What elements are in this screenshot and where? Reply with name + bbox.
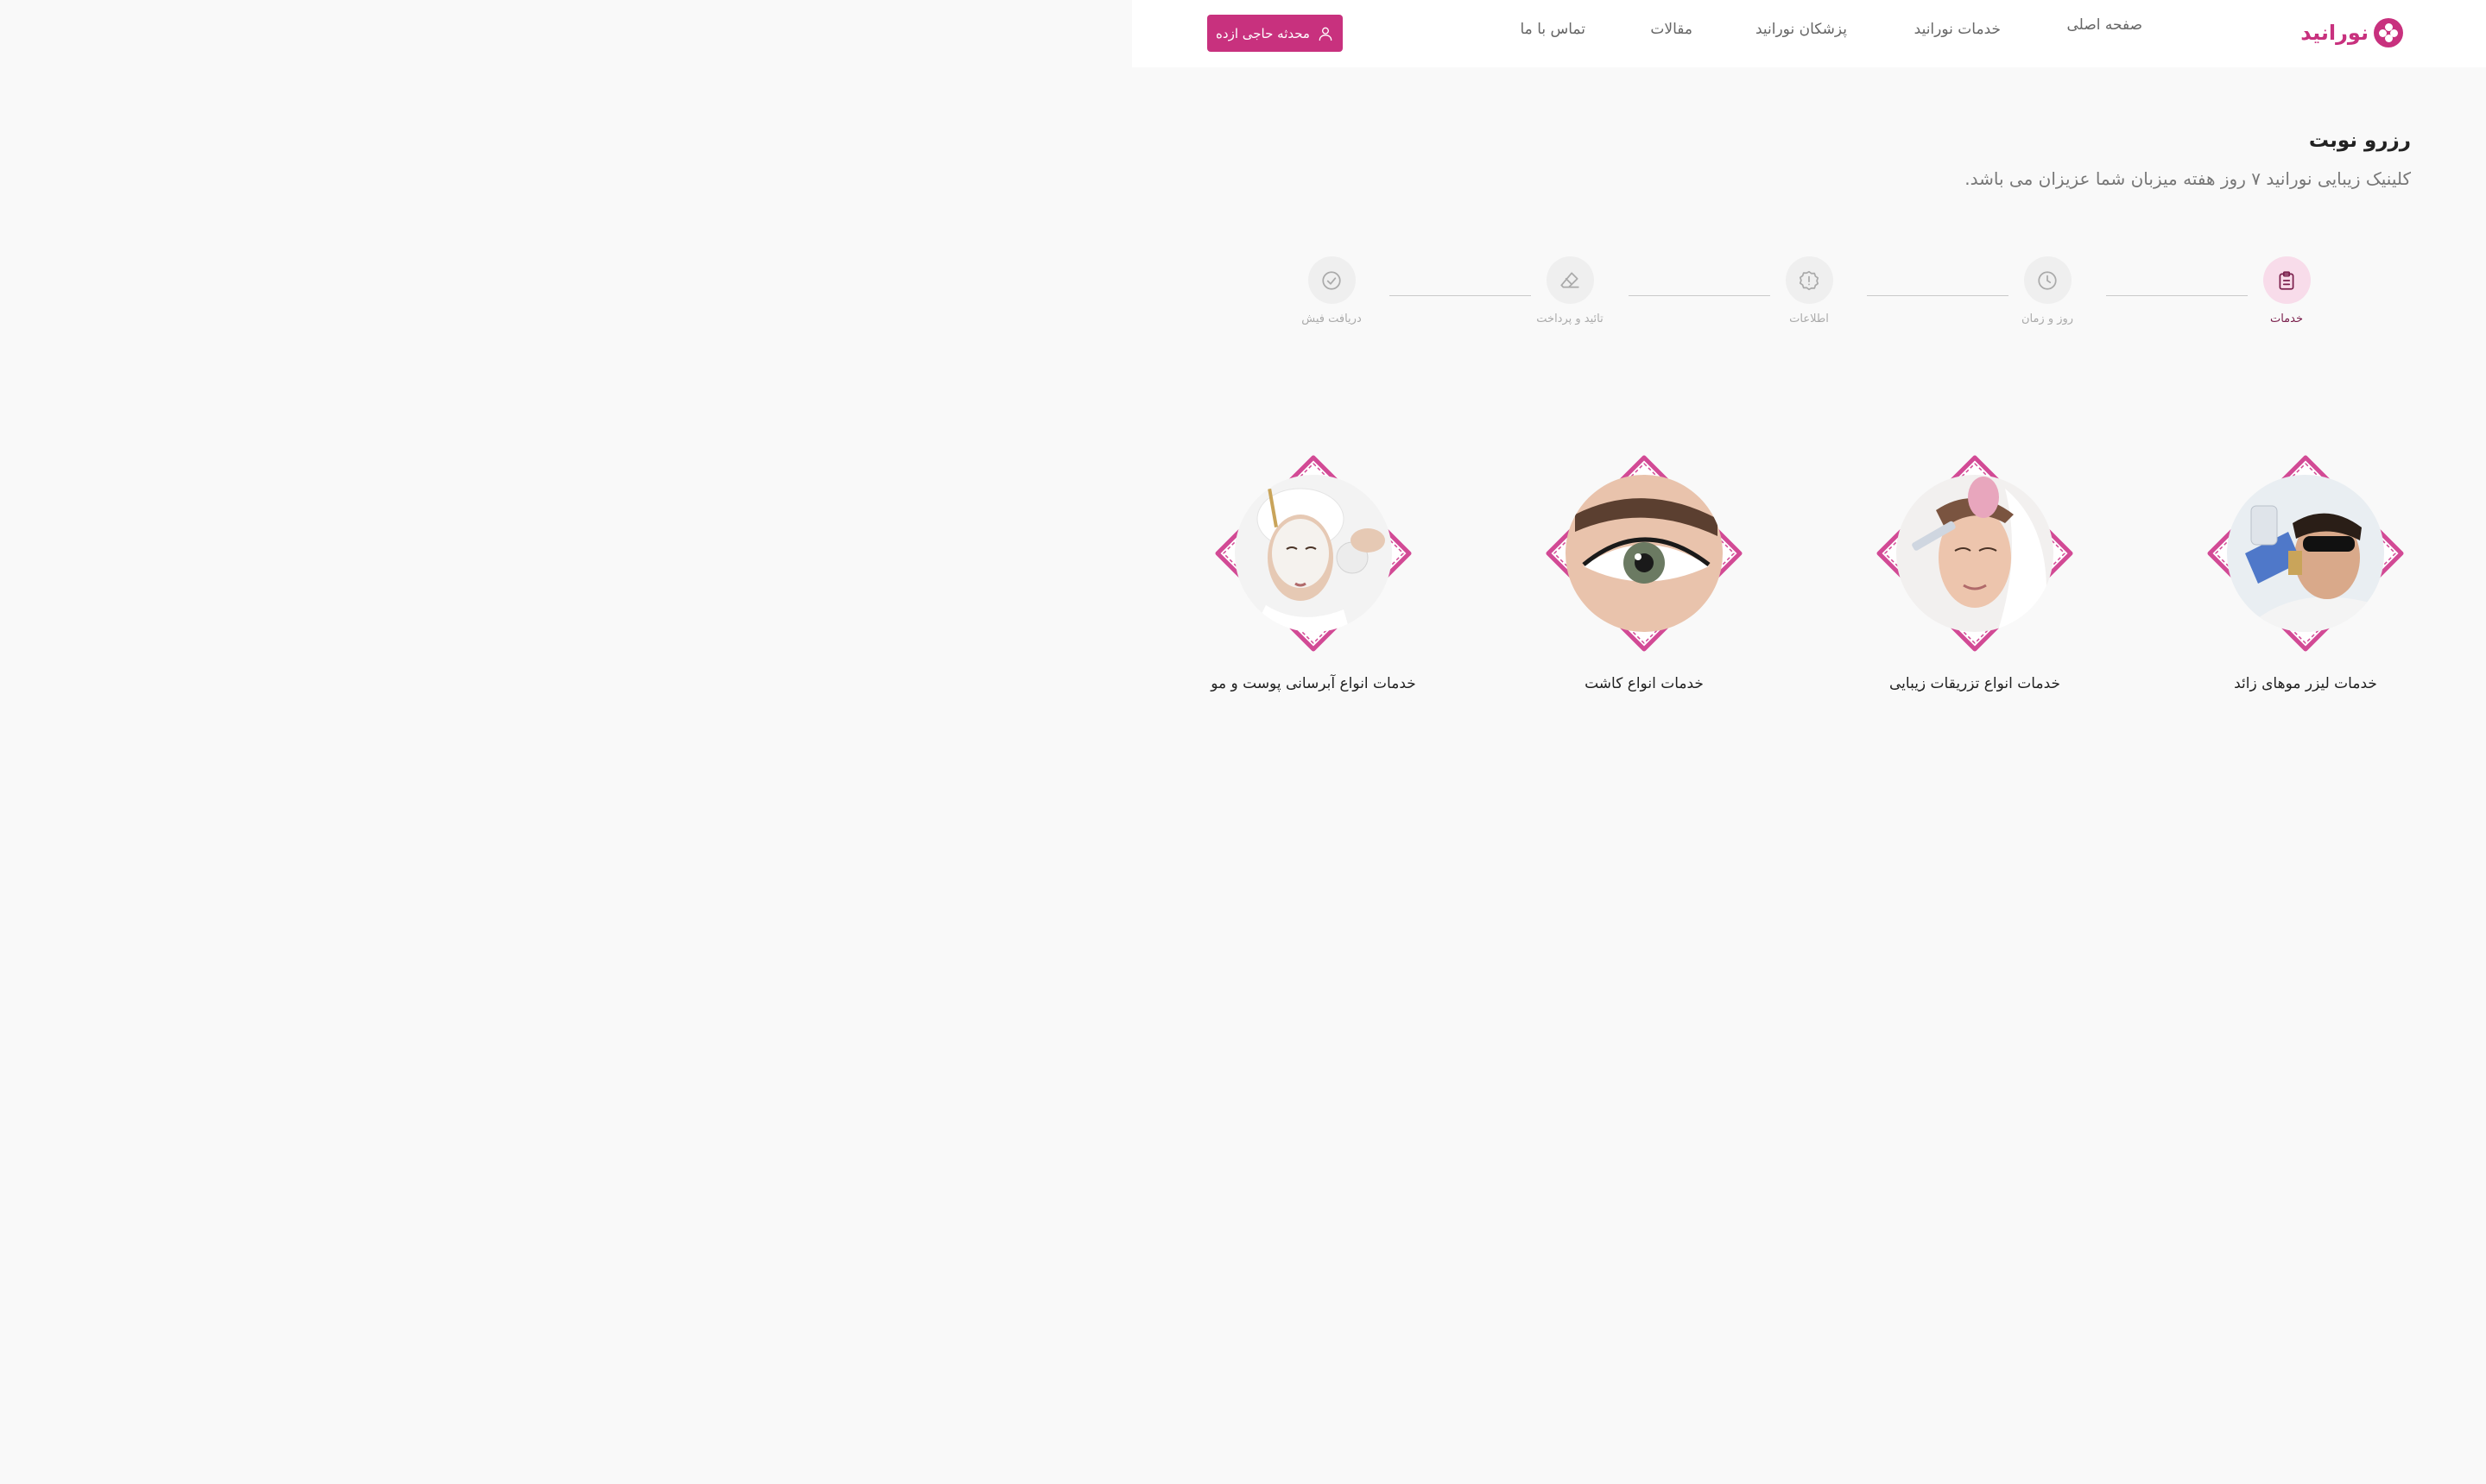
eyelash-implant-photo	[1546, 455, 1743, 652]
page: نورانید صفحه اصلی خدمات نورانید پزشکان ن…	[1132, 0, 2486, 808]
service-card-injection[interactable]: خدمات انواع تزریقات زیبایی	[1845, 454, 2104, 692]
step-label: دریافت فیش	[1301, 313, 1362, 325]
clock-icon	[2038, 270, 2057, 290]
beauty-injection-photo	[1876, 455, 2073, 652]
step-services[interactable]: خدمات	[2239, 256, 2334, 325]
nav-contact[interactable]: تماس با ما	[1521, 20, 1586, 39]
service-image-frame	[1876, 454, 2074, 653]
service-label: خدمات انواع تزریقات زیبایی	[1888, 675, 2061, 692]
service-label: خدمات انواع کاشت	[1585, 675, 1704, 692]
check-circle-icon	[1322, 270, 1341, 290]
step-receipt[interactable]: دریافت فیش	[1284, 256, 1379, 325]
user-icon	[1319, 27, 1332, 41]
service-label: خدمات انواع آبرسانی پوست و مو	[1211, 675, 1416, 692]
eraser-icon	[1560, 271, 1579, 287]
service-label: خدمات لیزر موهای زائد	[2234, 675, 2377, 692]
step-label: روز و زمان	[2021, 313, 2074, 325]
user-name: محدثه حاجی ازده	[1216, 25, 1310, 41]
nav-services[interactable]: خدمات نورانید	[1914, 20, 2001, 39]
step-date-time[interactable]: روز و زمان	[2000, 256, 2095, 325]
nav-home[interactable]: صفحه اصلی	[2067, 16, 2142, 35]
step-connector	[2106, 295, 2248, 296]
nav-articles[interactable]: مقالات	[1650, 20, 1692, 39]
step-connector	[1389, 295, 1531, 296]
step-connector	[1629, 295, 1770, 296]
step-information[interactable]: اطلاعات	[1762, 256, 1857, 325]
facial-mask-photo	[1215, 455, 1412, 652]
header: نورانید صفحه اصلی خدمات نورانید پزشکان ن…	[1132, 0, 2486, 67]
step-label: خدمات	[2269, 313, 2304, 325]
step-label: اطلاعات	[1789, 313, 1829, 325]
service-image-frame	[1214, 454, 1413, 653]
service-card-laser[interactable]: خدمات لیزر موهای زائد	[2176, 454, 2435, 692]
page-title: رزرو نوبت	[2308, 129, 2411, 152]
step-label: تائید و پرداخت	[1536, 313, 1604, 325]
step-connector	[1867, 295, 2008, 296]
page-subtitle: کلینیک زیبایی نورانید ۷ روز هفته میزبان …	[1964, 168, 2411, 189]
service-card-hydration[interactable]: خدمات انواع آبرسانی پوست و مو	[1184, 454, 1443, 692]
clipboard-icon	[2279, 270, 2294, 290]
user-account-button[interactable]: محدثه حاجی ازده	[1207, 15, 1343, 52]
nav-doctors[interactable]: پزشکان نورانید	[1755, 20, 1847, 39]
alert-badge-icon	[1799, 270, 1819, 290]
service-image-frame	[1545, 454, 1743, 653]
step-confirm-payment[interactable]: تائید و پرداخت	[1522, 256, 1617, 325]
service-card-implant[interactable]: خدمات انواع کاشت	[1515, 454, 1774, 692]
laser-hair-removal-photo	[2207, 455, 2404, 652]
service-image-frame	[2206, 454, 2405, 653]
